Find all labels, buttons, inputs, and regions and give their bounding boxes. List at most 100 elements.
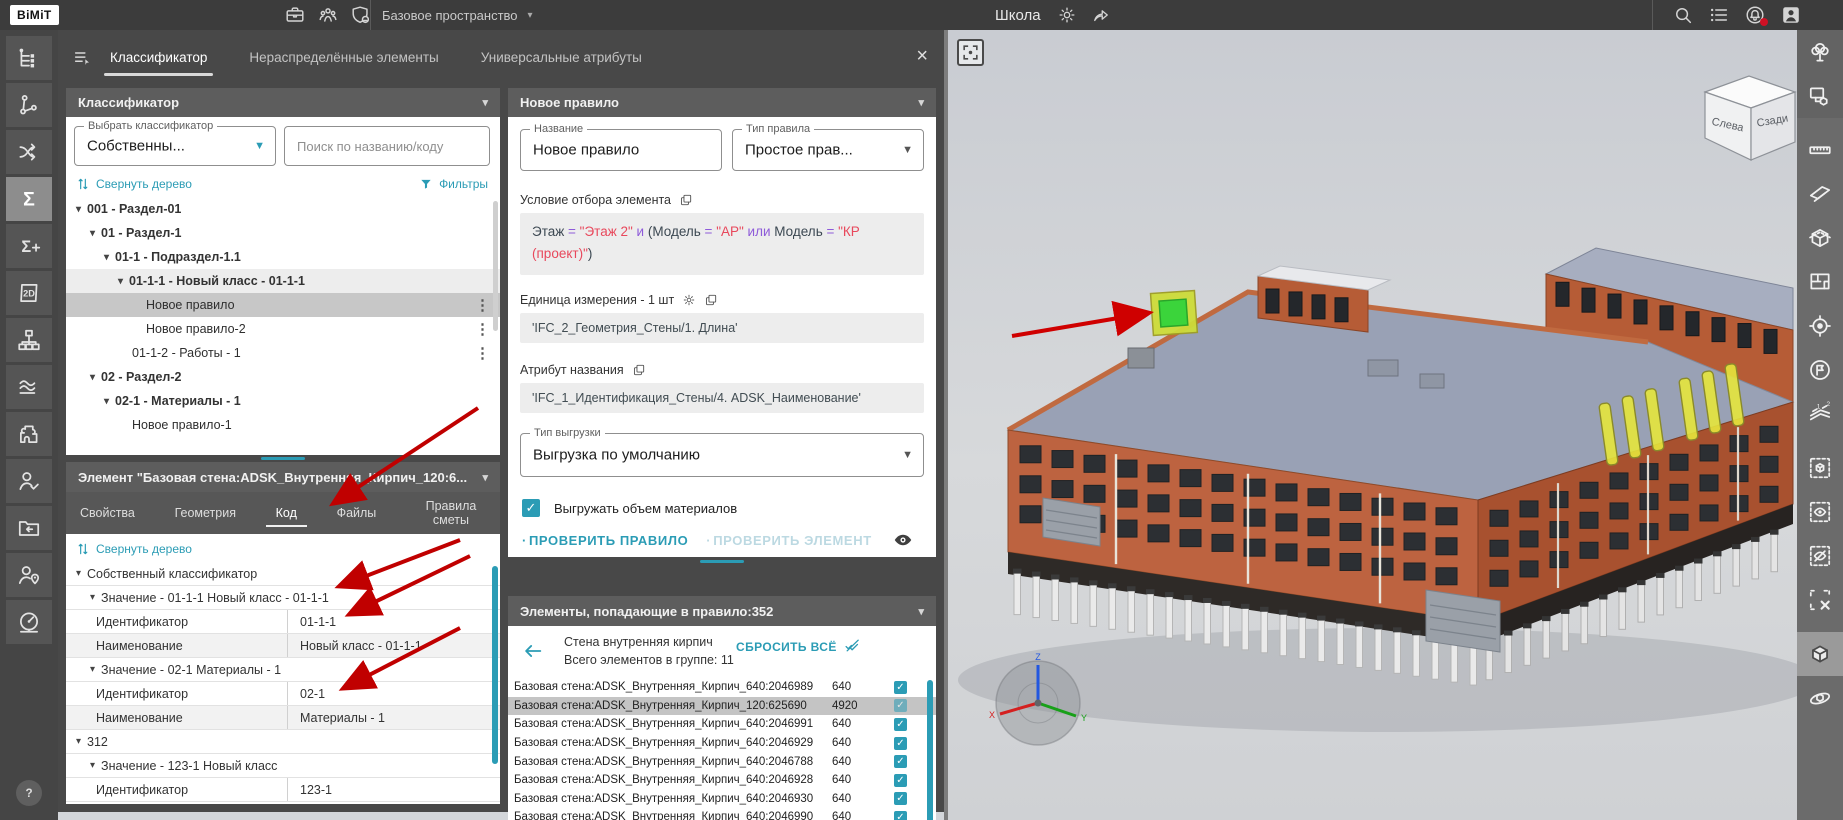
- code-kv-row[interactable]: Идентификатор02-1: [66, 682, 500, 706]
- element-checkbox[interactable]: ✓: [894, 737, 907, 750]
- view-cube[interactable]: Слева Сзади: [1683, 66, 1808, 174]
- workspace-select[interactable]: Базовое пространство ▾: [382, 0, 533, 30]
- tree-node[interactable]: ▾02-1 - Материалы - 1: [66, 389, 500, 413]
- viewport-button-section-plane[interactable]: [1797, 172, 1843, 216]
- rule-type-select[interactable]: Тип правила Простое прав... ▼: [732, 129, 924, 171]
- tree-node[interactable]: ▾001 - Раздел-01: [66, 197, 500, 221]
- viewport-button-isolate-element[interactable]: [1797, 446, 1843, 490]
- element-tab-[interactable]: Файлы: [337, 506, 377, 520]
- code-group-row[interactable]: ▾312: [66, 730, 500, 754]
- element-list-row[interactable]: Базовая стена:ADSK_Внутренняя_Кирпич_640…: [508, 715, 936, 734]
- expand-caret-icon[interactable]: ▾: [104, 252, 109, 263]
- close-icon[interactable]: ×: [916, 46, 928, 66]
- kebab-menu-icon[interactable]: ⋮: [475, 344, 490, 362]
- rail-button-doc-2d[interactable]: 2D: [6, 271, 52, 315]
- shield-user-icon[interactable]: [350, 4, 372, 26]
- scrollbar[interactable]: [492, 566, 498, 764]
- element-checkbox[interactable]: ✓: [894, 718, 907, 731]
- viewport-button-levels[interactable]: 12: [1797, 392, 1843, 436]
- tree-node[interactable]: Новое правило-1: [66, 413, 500, 437]
- help-button[interactable]: ?: [16, 780, 42, 806]
- condition-expression[interactable]: Этаж = "Этаж 2" и (Модель = "АР" или Мод…: [520, 213, 924, 275]
- check-rule-button[interactable]: ПРОВЕРИТЬ ПРАВИЛО: [522, 533, 688, 548]
- splitter-handle[interactable]: [261, 457, 305, 460]
- expand-caret-icon[interactable]: ▾: [76, 204, 81, 215]
- code-kv-row[interactable]: НаименованиеМатериалы - 1: [66, 706, 500, 730]
- collapse-section-icon[interactable]: ▾: [482, 96, 488, 109]
- expand-caret-icon[interactable]: ▾: [76, 736, 81, 747]
- tree-node[interactable]: ▾02 - Раздел-2: [66, 365, 500, 389]
- element-list-row[interactable]: Базовая стена:ADSK_Внутренняя_Кирпич_640…: [508, 752, 936, 771]
- rail-button-user-location[interactable]: [6, 553, 52, 597]
- export-materials-checkbox[interactable]: ✓ Выгружать объем материалов: [522, 499, 737, 517]
- expand-caret-icon[interactable]: ▾: [90, 228, 95, 239]
- viewport-button-viewcube-solid[interactable]: [1797, 632, 1843, 676]
- element-list-row[interactable]: Базовая стена:ADSK_Внутренняя_Кирпич_640…: [508, 808, 936, 820]
- check-element-button[interactable]: ПРОВЕРИТЬ ЭЛЕМЕНТ: [706, 533, 871, 548]
- selected-element-green[interactable]: [1151, 291, 1198, 336]
- notifications-bell-icon[interactable]: [1744, 4, 1766, 26]
- code-group-row[interactable]: ▾Значение - 01-1-1 Новый класс - 01-1-1: [66, 586, 500, 610]
- export-type-select[interactable]: Тип выгрузки Выгрузка по умолчанию ▼: [520, 433, 924, 477]
- element-tab-[interactable]: Правила сметы: [416, 499, 486, 528]
- element-checkbox[interactable]: ✓: [894, 755, 907, 768]
- menu-list-icon[interactable]: [1708, 4, 1730, 26]
- code-kv-row[interactable]: НаименованиеНовый класс - 01-1-1: [66, 634, 500, 658]
- copy-icon[interactable]: [679, 193, 693, 207]
- rail-button-folder-share[interactable]: [6, 506, 52, 550]
- eye-icon[interactable]: [892, 529, 914, 551]
- team-icon[interactable]: [317, 4, 339, 26]
- kebab-menu-icon[interactable]: ⋮: [475, 320, 490, 338]
- element-list-row[interactable]: Базовая стена:ADSK_Внутренняя_Кирпич_120…: [508, 697, 936, 716]
- settings-gear-icon[interactable]: [1057, 5, 1077, 25]
- briefcase-icon[interactable]: [284, 4, 306, 26]
- tree-node[interactable]: ▾01-1 - Подраздел-1.1: [66, 245, 500, 269]
- viewport-button-section-box[interactable]: [1797, 216, 1843, 260]
- element-list-row[interactable]: Базовая стена:ADSK_Внутренняя_Кирпич_640…: [508, 790, 936, 809]
- copy-icon[interactable]: [704, 293, 718, 307]
- collapse-section-icon[interactable]: ▾: [918, 96, 924, 109]
- rule-name-field[interactable]: Название Новое правило: [520, 129, 722, 171]
- rail-button-sum-plus[interactable]: Σ: [6, 224, 52, 268]
- search-input[interactable]: [285, 127, 489, 165]
- tree-node[interactable]: ▾01-1-1 - Новый класс - 01-1-1: [66, 269, 500, 293]
- viewport-button-clear-selection[interactable]: [1797, 578, 1843, 622]
- collapse-section-icon[interactable]: ▾: [482, 471, 488, 484]
- panel-tab-active[interactable]: Классификатор: [110, 50, 207, 65]
- back-arrow-icon[interactable]: [522, 640, 544, 662]
- avatar-icon[interactable]: [1780, 4, 1802, 26]
- element-checkbox[interactable]: ✓: [894, 699, 907, 712]
- copy-icon[interactable]: [632, 363, 646, 377]
- expand-caret-icon[interactable]: ▾: [76, 568, 81, 579]
- viewport-button-flag[interactable]: [1797, 348, 1843, 392]
- code-group-row[interactable]: ▾Значение - 02-1 Материалы - 1: [66, 658, 500, 682]
- 3d-viewport[interactable]: Слева Сзади Z X Y 12: [948, 30, 1843, 820]
- unit-value-box[interactable]: 'IFC_2_Геометрия_Стены/1. Длина': [520, 313, 924, 343]
- tree-node[interactable]: 01-1-2 - Работы - 1⋮: [66, 341, 500, 365]
- panel-tab-[interactable]: Нераспределённые элементы: [249, 50, 438, 65]
- element-list-row[interactable]: Базовая стена:ADSK_Внутренняя_Кирпич_640…: [508, 678, 936, 697]
- tree-node[interactable]: Новое правило-2⋮: [66, 317, 500, 341]
- scrollbar[interactable]: [927, 680, 933, 820]
- rail-button-shuffle[interactable]: [6, 130, 52, 174]
- collapse-section-icon[interactable]: ▾: [918, 605, 924, 618]
- rail-button-classifier-tree[interactable]: [6, 36, 52, 80]
- viewport-button-project-tree[interactable]: [1797, 30, 1843, 74]
- rule-section-header[interactable]: Новое правило ▾: [508, 88, 936, 117]
- collapse-tree-link-2[interactable]: Свернуть дерево: [76, 542, 192, 556]
- settings-gear-icon[interactable]: [682, 293, 696, 307]
- element-section-header[interactable]: Элемент "Базовая стена:ADSK_Внутренняя_К…: [66, 462, 500, 492]
- code-group-row[interactable]: ▾Значение - 123-1 Новый класс: [66, 754, 500, 778]
- element-checkbox[interactable]: ✓: [894, 681, 907, 694]
- tree-node[interactable]: ▾01 - Раздел-1: [66, 221, 500, 245]
- code-kv-row[interactable]: Идентификатор123-1: [66, 778, 500, 802]
- kebab-menu-icon[interactable]: ⋮: [475, 296, 490, 314]
- element-checkbox[interactable]: ✓: [894, 792, 907, 805]
- viewport-button-ruler[interactable]: [1797, 128, 1843, 172]
- splitter-handle[interactable]: [700, 560, 744, 563]
- scrollbar[interactable]: [493, 201, 498, 331]
- viewport-button-show-element[interactable]: [1797, 490, 1843, 534]
- rail-button-gauge[interactable]: [6, 600, 52, 644]
- element-tab-active[interactable]: Код: [276, 506, 297, 520]
- panel-tab-[interactable]: Универсальные атрибуты: [481, 50, 642, 65]
